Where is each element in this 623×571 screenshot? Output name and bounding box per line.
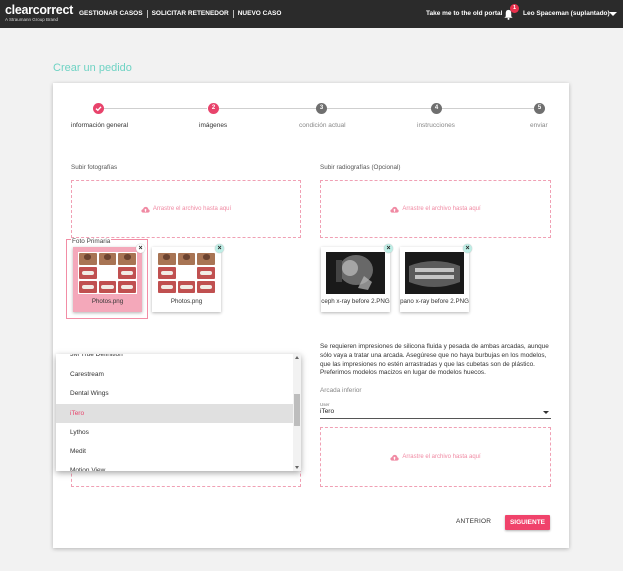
impressions-lower-dropzone[interactable]: Arrastre el archivo hasta aquí — [320, 427, 551, 487]
xray-thumbnail[interactable]: ceph x-ray before 2.PNG × — [321, 244, 393, 312]
close-icon[interactable]: × — [463, 244, 472, 253]
cloud-upload-icon — [141, 206, 150, 213]
photo-thumbnail[interactable]: Photos.png × — [152, 244, 224, 312]
old-portal-link[interactable]: Take me to the old portal — [426, 10, 502, 17]
stepper-connector — [327, 108, 431, 109]
lower-arch-label: Arcada inferior — [320, 387, 362, 394]
cloud-upload-icon — [390, 206, 400, 213]
step-2-dot[interactable]: 2 — [208, 103, 219, 114]
dropdown-option[interactable]: Motion View — [56, 461, 293, 471]
step-2-label: imágenes — [199, 122, 228, 129]
dropdown-option[interactable]: Carestream — [56, 365, 293, 384]
step-3-dot[interactable]: 3 — [316, 103, 327, 114]
chevron-down-icon[interactable] — [609, 12, 617, 16]
xrays-drop-text: Arrastre el archivo hasta aquí — [402, 206, 481, 212]
user-menu-name[interactable]: Leo Spaceman (suplantado) — [523, 10, 610, 17]
xrays-dropzone[interactable]: Arrastre el archivo hasta aquí — [320, 180, 551, 238]
xray-caption: pano x-ray before 2.PNG — [400, 298, 469, 305]
dropdown-scrollbar[interactable] — [293, 354, 301, 471]
main-nav: GESTIONAR CASOS SOLICITAR RETENEDOR NUEV… — [79, 10, 285, 18]
nav-manage-cases[interactable]: GESTIONAR CASOS — [79, 10, 148, 18]
pano-xray-image — [405, 252, 464, 294]
nav-request-retainer[interactable]: SOLICITAR RETENEDOR — [148, 10, 234, 18]
impressions-drop-text: Arrastre el archivo hasta aquí — [402, 454, 481, 460]
step-3-label: condición actual — [299, 122, 346, 129]
dropdown-option[interactable]: Lythos — [56, 423, 293, 442]
dropdown-option-selected[interactable]: iTero — [56, 404, 293, 423]
close-icon[interactable]: × — [136, 244, 145, 253]
xray-caption: ceph x-ray before 2.PNG — [321, 298, 390, 305]
caret-down-icon — [543, 411, 549, 414]
photo-caption: Photos.png — [91, 298, 124, 305]
scrollbar-thumb[interactable] — [294, 394, 300, 426]
scanner-dropdown-list: 3M True Definition Carestream Dental Win… — [56, 354, 301, 471]
scanner-select-value: iTero — [320, 408, 335, 415]
xrays-section-label: Subir radiografías (Opcional) — [320, 164, 401, 171]
close-icon[interactable]: × — [215, 244, 224, 253]
cloud-upload-icon — [390, 454, 400, 461]
xray-thumbnail[interactable]: pano x-ray before 2.PNG × — [400, 244, 472, 312]
logo-tagline: A Straumann Group Brand — [5, 17, 59, 22]
step-5-label: enviar — [530, 122, 548, 129]
scroll-down-icon[interactable] — [295, 466, 299, 469]
nav-new-case[interactable]: NUEVO CASO — [234, 10, 286, 18]
scroll-up-icon[interactable] — [295, 356, 299, 359]
next-button[interactable]: SIGUIENTE — [505, 515, 550, 530]
brand-logo[interactable]: clearcorrect A Straumann Group Brand — [5, 4, 73, 23]
dropdown-option[interactable]: Dental Wings — [56, 384, 293, 403]
dropdown-option[interactable]: 3M True Definition — [56, 354, 293, 364]
stepper-connector — [442, 108, 534, 109]
back-button[interactable]: ANTERIOR — [456, 518, 491, 525]
photo-caption: Photos.png — [170, 298, 203, 305]
photos-dropzone[interactable]: Arrastre el archivo hasta aquí — [71, 180, 301, 238]
photos-section-label: Subir fotografías — [71, 164, 118, 171]
primary-photo-label: Foto Primaria — [71, 238, 112, 245]
dropdown-option[interactable]: Medit — [56, 442, 293, 461]
photo-collage-image — [157, 252, 216, 294]
order-card: 2 3 4 5 información general imágenes con… — [53, 83, 569, 548]
photo-collage-image — [78, 252, 137, 294]
stepper-connector — [104, 108, 207, 109]
top-bar: clearcorrect A Straumann Group Brand GES… — [0, 0, 623, 28]
photo-thumbnail-primary[interactable]: Photos.png × — [73, 244, 145, 312]
ceph-xray-image — [326, 252, 385, 294]
scanner-select[interactable]: iTero — [320, 407, 551, 419]
step-5-dot[interactable]: 5 — [534, 103, 545, 114]
close-icon[interactable]: × — [384, 244, 393, 253]
photos-drop-text: Arrastre el archivo hasta aquí — [152, 206, 232, 212]
step-4-dot[interactable]: 4 — [431, 103, 442, 114]
step-1-label: información general — [71, 122, 129, 129]
page-title: Crear un pedido — [53, 62, 132, 74]
logo-wordmark: clearcorrect — [5, 3, 73, 17]
step-4-label: instrucciones — [417, 122, 455, 129]
notification-badge: 1 — [510, 4, 519, 13]
stepper-connector — [219, 108, 316, 109]
impressions-instructions: Se requieren impresiones de silicona flu… — [320, 343, 549, 377]
step-1-check-icon[interactable] — [93, 103, 104, 114]
check-icon — [95, 106, 102, 112]
